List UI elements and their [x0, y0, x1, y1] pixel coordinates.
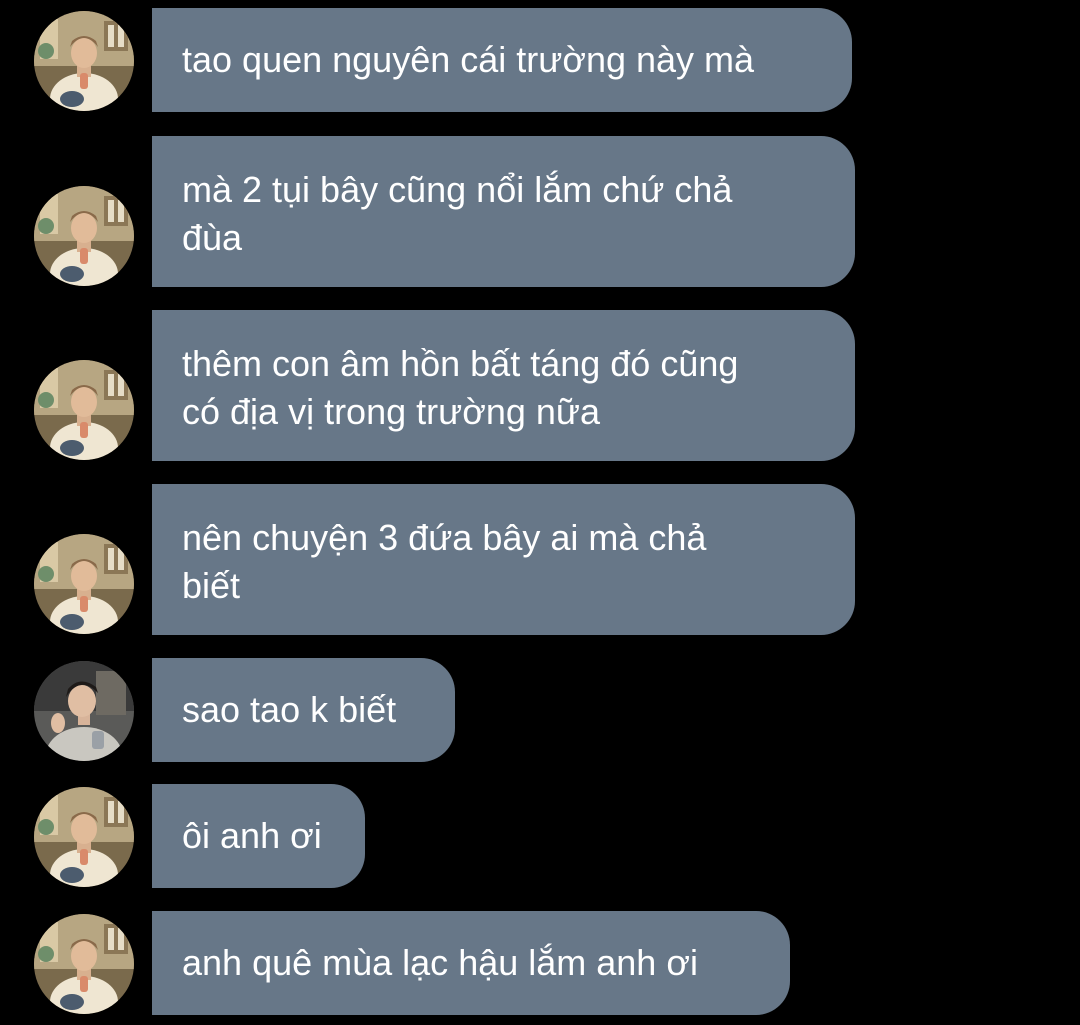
message-bubble[interactable]: nên chuyện 3 đứa bây ai mà chả biết [152, 484, 855, 635]
avatar[interactable] [34, 914, 134, 1014]
chat-thread: tao quen nguyên cái trường này mà mà 2 t… [0, 0, 1080, 1025]
avatar[interactable] [34, 534, 134, 634]
avatar[interactable] [34, 787, 134, 887]
avatar[interactable] [34, 661, 134, 761]
message-bubble[interactable]: thêm con âm hồn bất táng đó cũng có địa … [152, 310, 855, 461]
avatar[interactable] [34, 186, 134, 286]
message-bubble[interactable]: anh quê mùa lạc hậu lắm anh ơi [152, 911, 790, 1015]
message-bubble[interactable]: ôi anh ơi [152, 784, 365, 888]
avatar[interactable] [34, 360, 134, 460]
avatar[interactable] [34, 11, 134, 111]
message-bubble[interactable]: mà 2 tụi bây cũng nổi lắm chứ chả đùa [152, 136, 855, 287]
message-bubble[interactable]: tao quen nguyên cái trường này mà [152, 8, 852, 112]
message-bubble[interactable]: sao tao k biết [152, 658, 455, 762]
